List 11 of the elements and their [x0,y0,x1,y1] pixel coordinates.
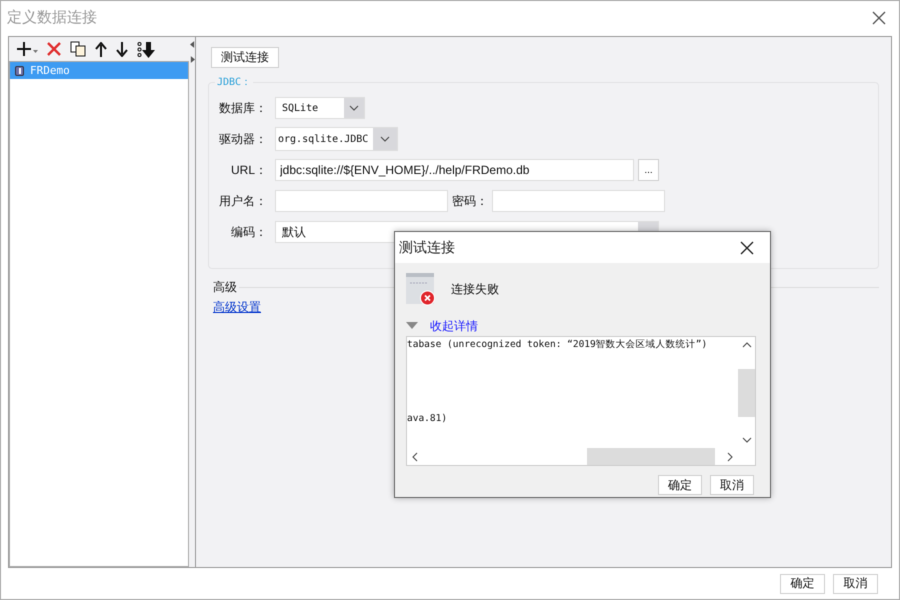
username-label: 用户名： [218,192,267,210]
advanced-heading: 高级 [212,279,237,296]
window-title: 定义数据连接 [7,8,97,27]
log-line: tabase (unrecognized token: “2019智数大会区域人数统计”) [407,338,708,352]
encoding-label: 编码： [230,224,267,240]
error-message: 连接失败 [451,280,499,298]
driver-label: 驱动器： [218,130,267,148]
password-label: 密码： [452,192,488,210]
url-label: URL： [230,162,267,178]
database-label: 数据库： [218,100,267,116]
log-line: ava.81) [407,412,448,426]
